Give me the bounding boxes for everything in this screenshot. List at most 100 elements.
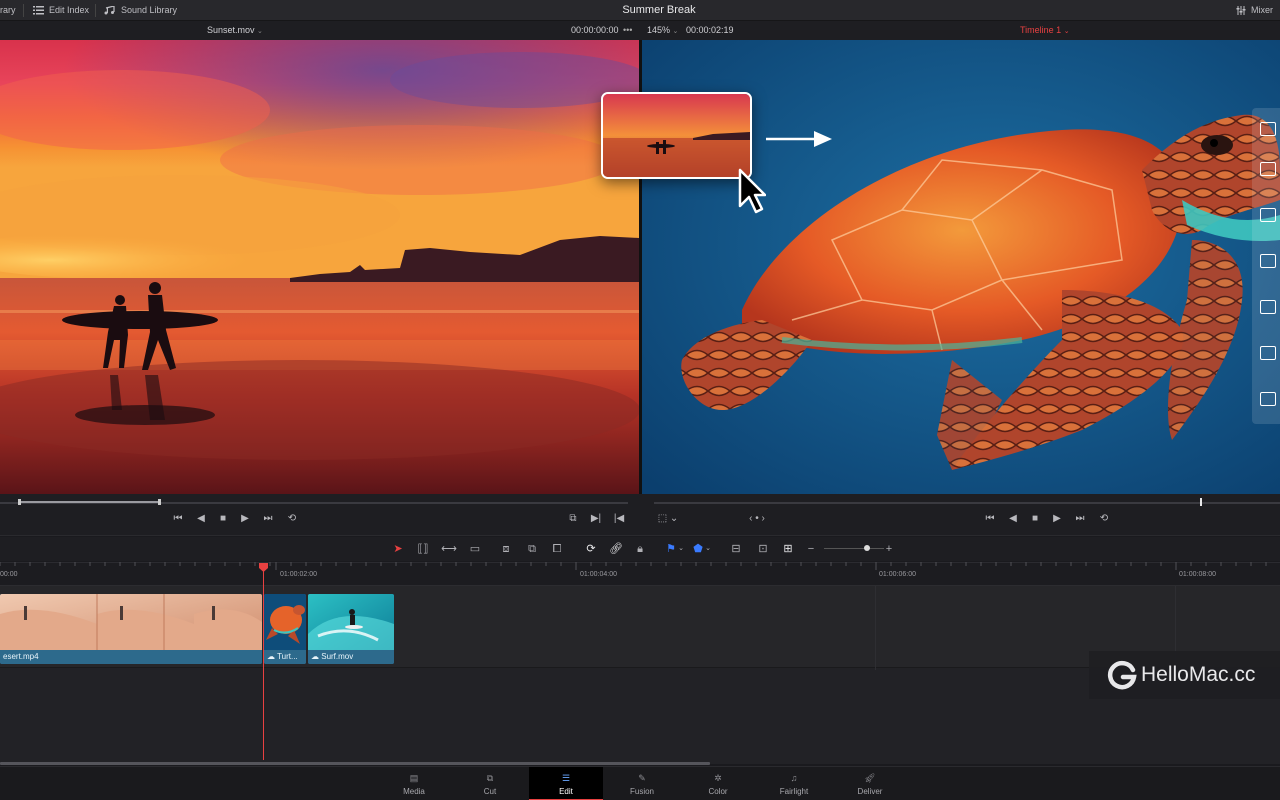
play-icon[interactable]: ▶	[1050, 512, 1064, 526]
tab-fusion[interactable]: ✎ Fusion	[605, 767, 679, 800]
sound-library-button[interactable]: Sound Library	[104, 0, 177, 20]
insert-clip-icon[interactable]: ⧈	[497, 541, 515, 557]
chevron-down-icon: ⌄	[672, 28, 679, 35]
stop-icon[interactable]: ■	[1028, 512, 1042, 526]
overlay-icon[interactable]	[1260, 122, 1276, 136]
nav-dots-icon[interactable]: ‹ • ›	[742, 512, 772, 526]
transport-bar: ⏮ ◀ ■ ▶ ⏭ ⟲ ⧉ ▶| |◀ ⬚ ⌄ ‹ • › ⏮ ◀ ■ ▶ ⏭ …	[0, 494, 1280, 536]
mark-in-icon[interactable]: ▶|	[589, 512, 603, 526]
replace-icon[interactable]	[1260, 254, 1276, 268]
zoom-custom-icon[interactable]: ⊞	[779, 541, 797, 557]
match-frame-icon[interactable]: ⧉	[565, 512, 581, 526]
cut-icon: ⧉	[486, 773, 494, 783]
ruler-timecode: 01:00:06:00	[879, 571, 916, 578]
tab-cut[interactable]: ⧉ Cut	[453, 767, 527, 800]
tab-edit[interactable]: ☰ Edit	[529, 767, 603, 800]
top-toolbar: rary Edit Index Sound Library Summer Bre…	[0, 0, 1280, 21]
video-track-2	[0, 670, 1280, 764]
selection-tool-icon[interactable]: ➤	[389, 541, 407, 557]
edit-index-label: Edit Index	[49, 5, 90, 15]
project-title: Summer Break	[622, 4, 696, 16]
tab-label: Fusion	[629, 787, 654, 796]
playhead-handle-icon[interactable]	[259, 563, 268, 572]
surf-thumbnail	[308, 594, 394, 650]
dynamic-trim-icon[interactable]: ⟷	[440, 541, 458, 557]
source-viewer[interactable]	[0, 40, 639, 494]
clip-label: ☁ Surf.mov	[308, 650, 394, 664]
watermark: HelloMac.cc	[1089, 651, 1280, 699]
snapping-icon[interactable]: ⟳	[582, 541, 600, 557]
zoom-slider[interactable]	[824, 548, 884, 549]
cloud-icon: ☁	[267, 652, 275, 661]
mixer-button[interactable]: Mixer	[1236, 0, 1273, 20]
lock-icon[interactable]: 🔒︎	[631, 541, 649, 557]
in-point-marker[interactable]	[18, 499, 21, 505]
ruler-timecode: 01:00:02:00	[280, 571, 317, 578]
replace-clip-icon[interactable]: ⧠	[548, 541, 566, 557]
out-point-marker[interactable]	[158, 499, 161, 505]
zoom-detail-icon[interactable]: ⊡	[754, 541, 772, 557]
tab-deliver[interactable]: 🚀︎ Deliver	[833, 767, 907, 800]
deliver-icon: 🚀︎	[864, 773, 876, 783]
more-options-icon[interactable]: •••	[623, 21, 632, 40]
overwrite-clip-icon[interactable]: ⧉	[523, 541, 541, 557]
zoom-selector[interactable]: 145% ⌄	[647, 21, 678, 40]
link-icon[interactable]: 🔗︎	[607, 541, 625, 557]
sunset-thumbnail-image	[603, 94, 750, 177]
timeline-selector[interactable]: Timeline 1 ⌄	[1020, 21, 1070, 40]
ruler-timecode: 00:00	[0, 571, 18, 578]
chevron-down-icon[interactable]: ⌄	[676, 541, 686, 557]
timeline-scrub-bar[interactable]	[654, 502, 1280, 504]
jump-start-icon[interactable]: ⏮	[170, 512, 186, 526]
timecode-ruler[interactable]: 00:00 01:00:02:00 01:00:04:00 01:00:06:0…	[0, 562, 1280, 586]
timeline-playhead-marker[interactable]	[1200, 498, 1202, 506]
edit-index-button[interactable]: Edit Index	[33, 0, 89, 20]
play-icon[interactable]: ▶	[238, 512, 252, 526]
mark-out-icon[interactable]: |◀	[612, 512, 626, 526]
timeline-clip[interactable]: ☁ Turt...	[264, 594, 306, 664]
stop-icon[interactable]: ■	[216, 512, 230, 526]
sunset-image	[0, 40, 639, 494]
zoom-full-icon[interactable]: ⊟	[727, 541, 745, 557]
dragged-clip-thumbnail[interactable]	[601, 92, 752, 179]
viewer-mode-icon[interactable]: ⬚ ⌄	[655, 512, 681, 526]
tab-fairlight[interactable]: ♫ Fairlight	[757, 767, 831, 800]
play-reverse-icon[interactable]: ◀	[194, 512, 208, 526]
overwrite-icon[interactable]	[1260, 208, 1276, 222]
zoom-slider-handle[interactable]	[864, 545, 870, 551]
insert-icon[interactable]	[1260, 162, 1276, 176]
timeline-tracks[interactable]: esert.mp4 ☁ Turt... ☁ Surf.mov	[0, 586, 1280, 764]
jump-end-icon[interactable]: ⏭	[260, 512, 276, 526]
zoom-in-icon[interactable]: +	[880, 541, 898, 557]
page-tabs: ▤ Media ⧉ Cut ☰ Edit ✎ Fusion ✲ Color ♫ Fairli…	[0, 766, 1280, 800]
arrow-right-icon	[766, 131, 832, 147]
divider	[95, 4, 96, 17]
place-on-top-icon[interactable]	[1260, 346, 1276, 360]
timeline-scrollbar[interactable]	[0, 762, 710, 765]
fit-to-fill-icon[interactable]	[1260, 300, 1276, 314]
append-icon[interactable]	[1260, 392, 1276, 406]
tab-label: Edit	[559, 787, 573, 796]
mixer-label: Mixer	[1251, 5, 1273, 15]
play-reverse-icon[interactable]: ◀	[1006, 512, 1020, 526]
edit-toolbar: ➤ ⟦⟧ ⟷ ▭ ⧈ ⧉ ⧠ ⟳ 🔗︎ 🔒︎ ⚑ ⌄ ⬟ ⌄ ⊟ ⊡ ⊞ − +	[0, 537, 1280, 561]
loop-icon[interactable]: ⟲	[1096, 512, 1112, 526]
jump-end-icon[interactable]: ⏭	[1072, 512, 1088, 526]
tab-media[interactable]: ▤ Media	[377, 767, 451, 800]
blade-tool-icon[interactable]: ▭	[466, 541, 484, 557]
jump-start-icon[interactable]: ⏮	[982, 512, 998, 526]
zoom-out-icon[interactable]: −	[802, 541, 820, 557]
ruler-ticks	[0, 562, 1280, 570]
timeline-clip[interactable]: ☁ Surf.mov	[308, 594, 394, 664]
list-icon	[33, 5, 44, 14]
trim-tool-icon[interactable]: ⟦⟧	[414, 541, 432, 557]
loop-icon[interactable]: ⟲	[284, 512, 300, 526]
chevron-down-icon[interactable]: ⌄	[703, 541, 713, 557]
tab-label: Cut	[483, 787, 497, 796]
playhead-line[interactable]	[263, 566, 264, 760]
source-clip-selector[interactable]: Sunset.mov ⌄	[207, 21, 263, 40]
tab-color[interactable]: ✲ Color	[681, 767, 755, 800]
fusion-icon: ✎	[638, 773, 646, 783]
timeline-clip[interactable]: esert.mp4	[0, 594, 262, 664]
media-library-button[interactable]: rary	[0, 0, 16, 20]
